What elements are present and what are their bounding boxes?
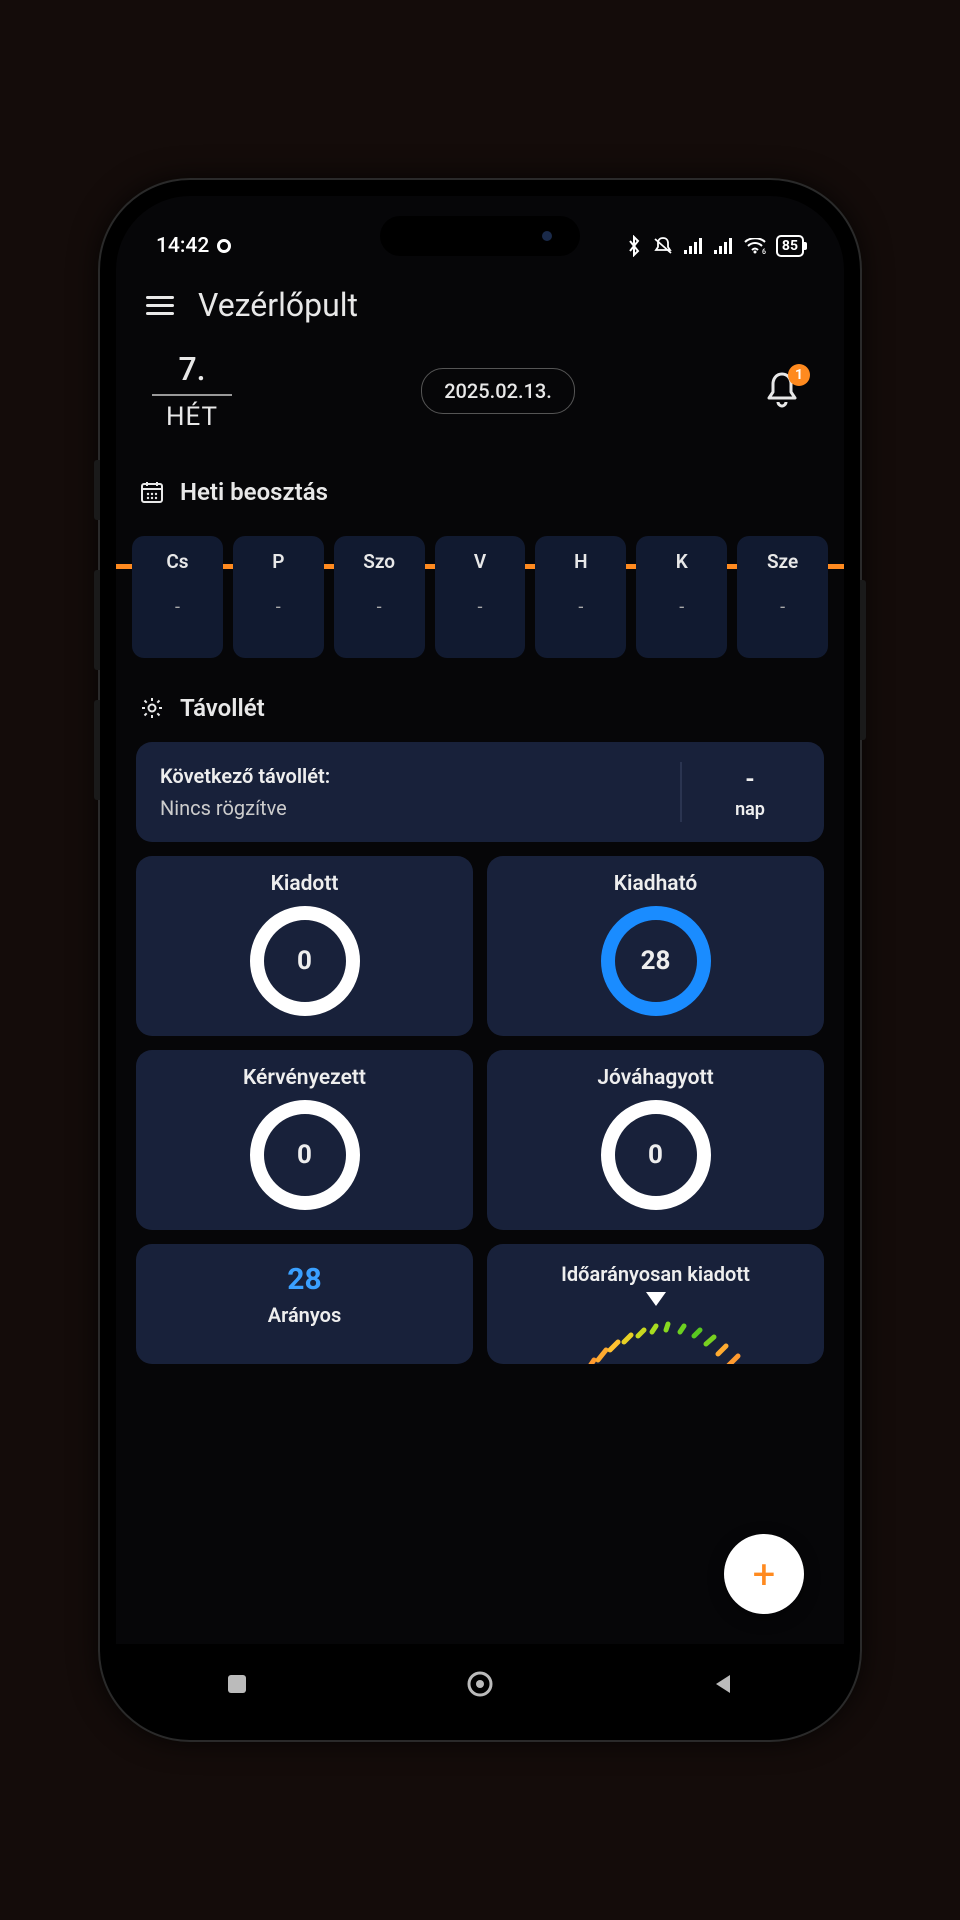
absence-days-value: -	[700, 765, 800, 793]
bluetooth-icon	[626, 235, 642, 257]
next-absence-card[interactable]: Következő távollét: Nincs rögzítve - nap	[136, 742, 824, 842]
day-abbr: P	[237, 550, 320, 573]
day-value: -	[237, 597, 320, 618]
day-card[interactable]: K -	[636, 536, 727, 658]
week-divider	[152, 394, 232, 396]
schedule-title: Heti beosztás	[180, 478, 328, 506]
page-title: Vezérlőpult	[198, 286, 358, 324]
week-strip[interactable]: Cs - P - Szo - V - H - K -	[116, 518, 844, 658]
stat-label: Kiadható	[497, 872, 814, 896]
next-absence-label: Következő távollét:	[160, 764, 662, 788]
day-value: -	[741, 597, 824, 618]
absence-title: Távollét	[180, 694, 265, 722]
signal-1-icon	[684, 238, 704, 254]
battery-indicator: 85	[776, 235, 804, 257]
absence-divider	[680, 762, 682, 822]
phone-side-button-right	[860, 580, 866, 740]
day-value: -	[439, 597, 522, 618]
day-card[interactable]: Sze -	[737, 536, 828, 658]
stat-value: 0	[648, 1140, 663, 1170]
vibrate-icon	[652, 236, 674, 256]
screen: 14:42 6 85 Vezérlőpult 7.	[116, 196, 844, 1724]
wifi-icon: 6	[744, 238, 766, 254]
nav-recent-icon[interactable]	[224, 1671, 250, 1697]
calendar-icon	[140, 480, 164, 504]
stat-label: Jóváhagyott	[497, 1066, 814, 1090]
day-card[interactable]: P -	[233, 536, 324, 658]
stat-ring: 0	[601, 1100, 711, 1210]
stat-ring: 0	[250, 906, 360, 1016]
day-abbr: H	[539, 550, 622, 573]
stat-label: Kiadott	[146, 872, 463, 896]
day-abbr: Cs	[136, 550, 219, 573]
notification-badge: 1	[788, 364, 810, 386]
day-abbr: V	[439, 550, 522, 573]
svg-text:6: 6	[762, 248, 766, 254]
battery-level: 85	[782, 238, 798, 254]
day-card[interactable]: V -	[435, 536, 526, 658]
gear-icon	[140, 696, 164, 720]
signal-2-icon	[714, 238, 734, 254]
date-picker[interactable]: 2025.02.13.	[421, 368, 575, 414]
gauge-arc-icon	[546, 1300, 766, 1364]
stat-available[interactable]: Kiadható 28	[487, 856, 824, 1036]
top-row: 7. HÉT 2025.02.13. 1	[116, 334, 844, 442]
stat-requested[interactable]: Kérvényezett 0	[136, 1050, 473, 1230]
stat-ring: 28	[601, 906, 711, 1016]
status-time: 14:42	[156, 234, 209, 258]
stat-issued[interactable]: Kiadott 0	[136, 856, 473, 1036]
day-value: -	[136, 597, 219, 618]
absence-stat-grid: Kiadott 0 Kiadható 28 Kérvényezett 0 Jóv…	[116, 856, 844, 1230]
gauge-label: Időarányosan kiadott	[497, 1262, 814, 1286]
status-assistant-icon	[217, 239, 231, 253]
week-number: 7.	[152, 350, 232, 388]
nav-home-icon[interactable]	[465, 1669, 495, 1699]
system-nav-bar	[116, 1644, 844, 1724]
nav-back-icon[interactable]	[710, 1671, 736, 1697]
stat-approved[interactable]: Jóváhagyott 0	[487, 1050, 824, 1230]
day-card[interactable]: Cs -	[132, 536, 223, 658]
stat-label: Kérvényezett	[146, 1066, 463, 1090]
add-button[interactable]: +	[724, 1534, 804, 1614]
phone-frame: 14:42 6 85 Vezérlőpult 7.	[100, 180, 860, 1740]
proportional-label: Arányos	[146, 1303, 463, 1327]
bottom-row: 28 Arányos Időarányosan kiadott	[116, 1230, 844, 1364]
week-indicator: 7. HÉT	[152, 350, 232, 432]
proportional-card[interactable]: 28 Arányos	[136, 1244, 473, 1364]
stat-value: 0	[297, 946, 312, 976]
menu-button[interactable]	[146, 296, 174, 315]
next-absence-value: Nincs rögzítve	[160, 796, 662, 820]
stat-value: 28	[641, 946, 671, 976]
day-abbr: K	[640, 550, 723, 573]
phone-side-button-left	[94, 460, 100, 520]
gauge-card[interactable]: Időarányosan kiadott	[487, 1244, 824, 1364]
date-value: 2025.02.13.	[444, 379, 552, 403]
notifications-button[interactable]: 1	[764, 370, 808, 412]
day-value: -	[539, 597, 622, 618]
day-value: -	[640, 597, 723, 618]
plus-icon: +	[753, 1551, 776, 1598]
schedule-section-header: Heti beosztás	[116, 442, 844, 518]
stat-ring: 0	[250, 1100, 360, 1210]
app-header: Vezérlőpult	[116, 268, 844, 334]
day-value: -	[338, 597, 421, 618]
absence-section-header: Távollét	[116, 658, 844, 734]
week-label: HÉT	[152, 402, 232, 432]
day-abbr: Szo	[338, 550, 421, 573]
proportional-value: 28	[146, 1262, 463, 1297]
notch	[380, 216, 580, 256]
absence-days-unit: nap	[700, 799, 800, 820]
day-card[interactable]: Szo -	[334, 536, 425, 658]
day-card[interactable]: H -	[535, 536, 626, 658]
day-abbr: Sze	[741, 550, 824, 573]
stat-value: 0	[297, 1140, 312, 1170]
